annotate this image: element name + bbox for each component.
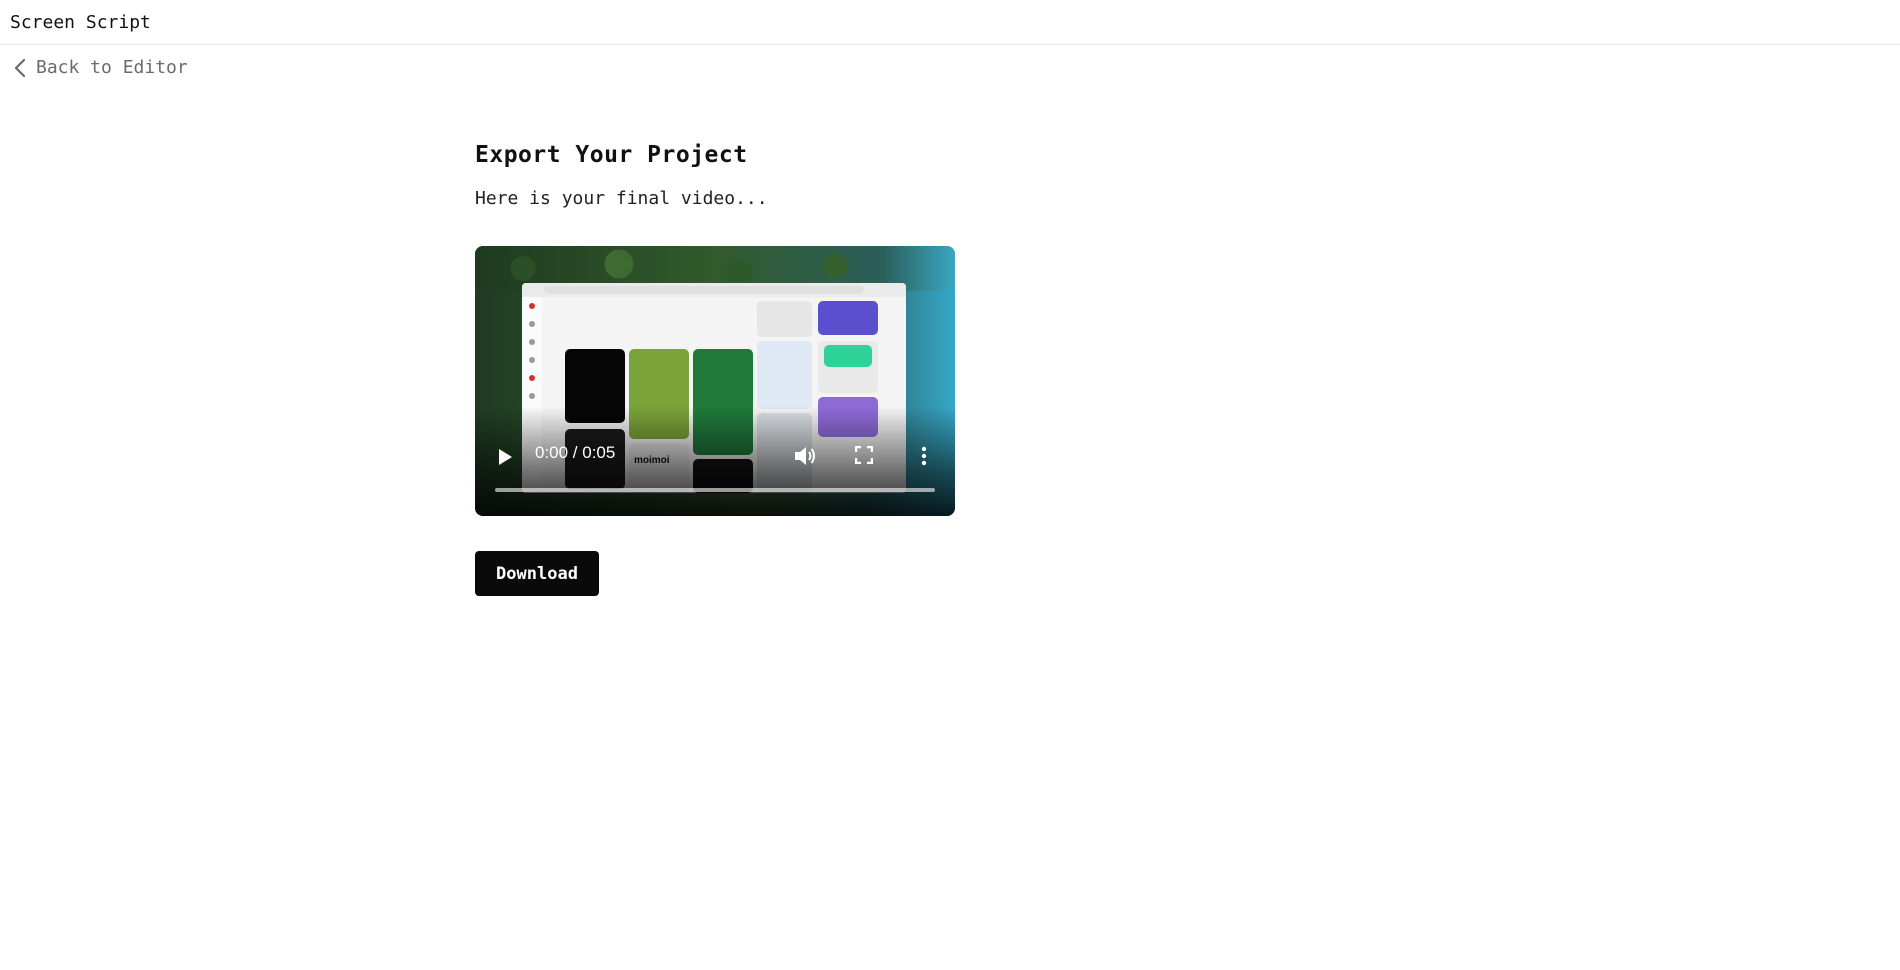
- volume-icon[interactable]: [793, 445, 817, 471]
- fullscreen-icon[interactable]: [854, 445, 874, 468]
- page-title: Export Your Project: [475, 142, 748, 168]
- export-panel: Export Your Project Here is your final v…: [475, 142, 955, 596]
- video-progress-bar[interactable]: [495, 488, 935, 492]
- more-vert-icon[interactable]: [921, 446, 927, 470]
- play-icon[interactable]: [497, 448, 513, 470]
- app-title: Screen Script: [10, 12, 151, 33]
- back-to-editor-label: Back to Editor: [36, 57, 188, 78]
- video-player[interactable]: moimoi 0:00 / 0:05: [475, 246, 955, 516]
- app-header: Screen Script: [0, 0, 1900, 45]
- chevron-left-icon: [14, 58, 26, 78]
- back-to-editor-link[interactable]: Back to Editor: [14, 57, 188, 78]
- download-button[interactable]: Download: [475, 551, 599, 596]
- video-time-display: 0:00 / 0:05: [535, 443, 616, 462]
- page-subtitle: Here is your final video...: [475, 188, 768, 209]
